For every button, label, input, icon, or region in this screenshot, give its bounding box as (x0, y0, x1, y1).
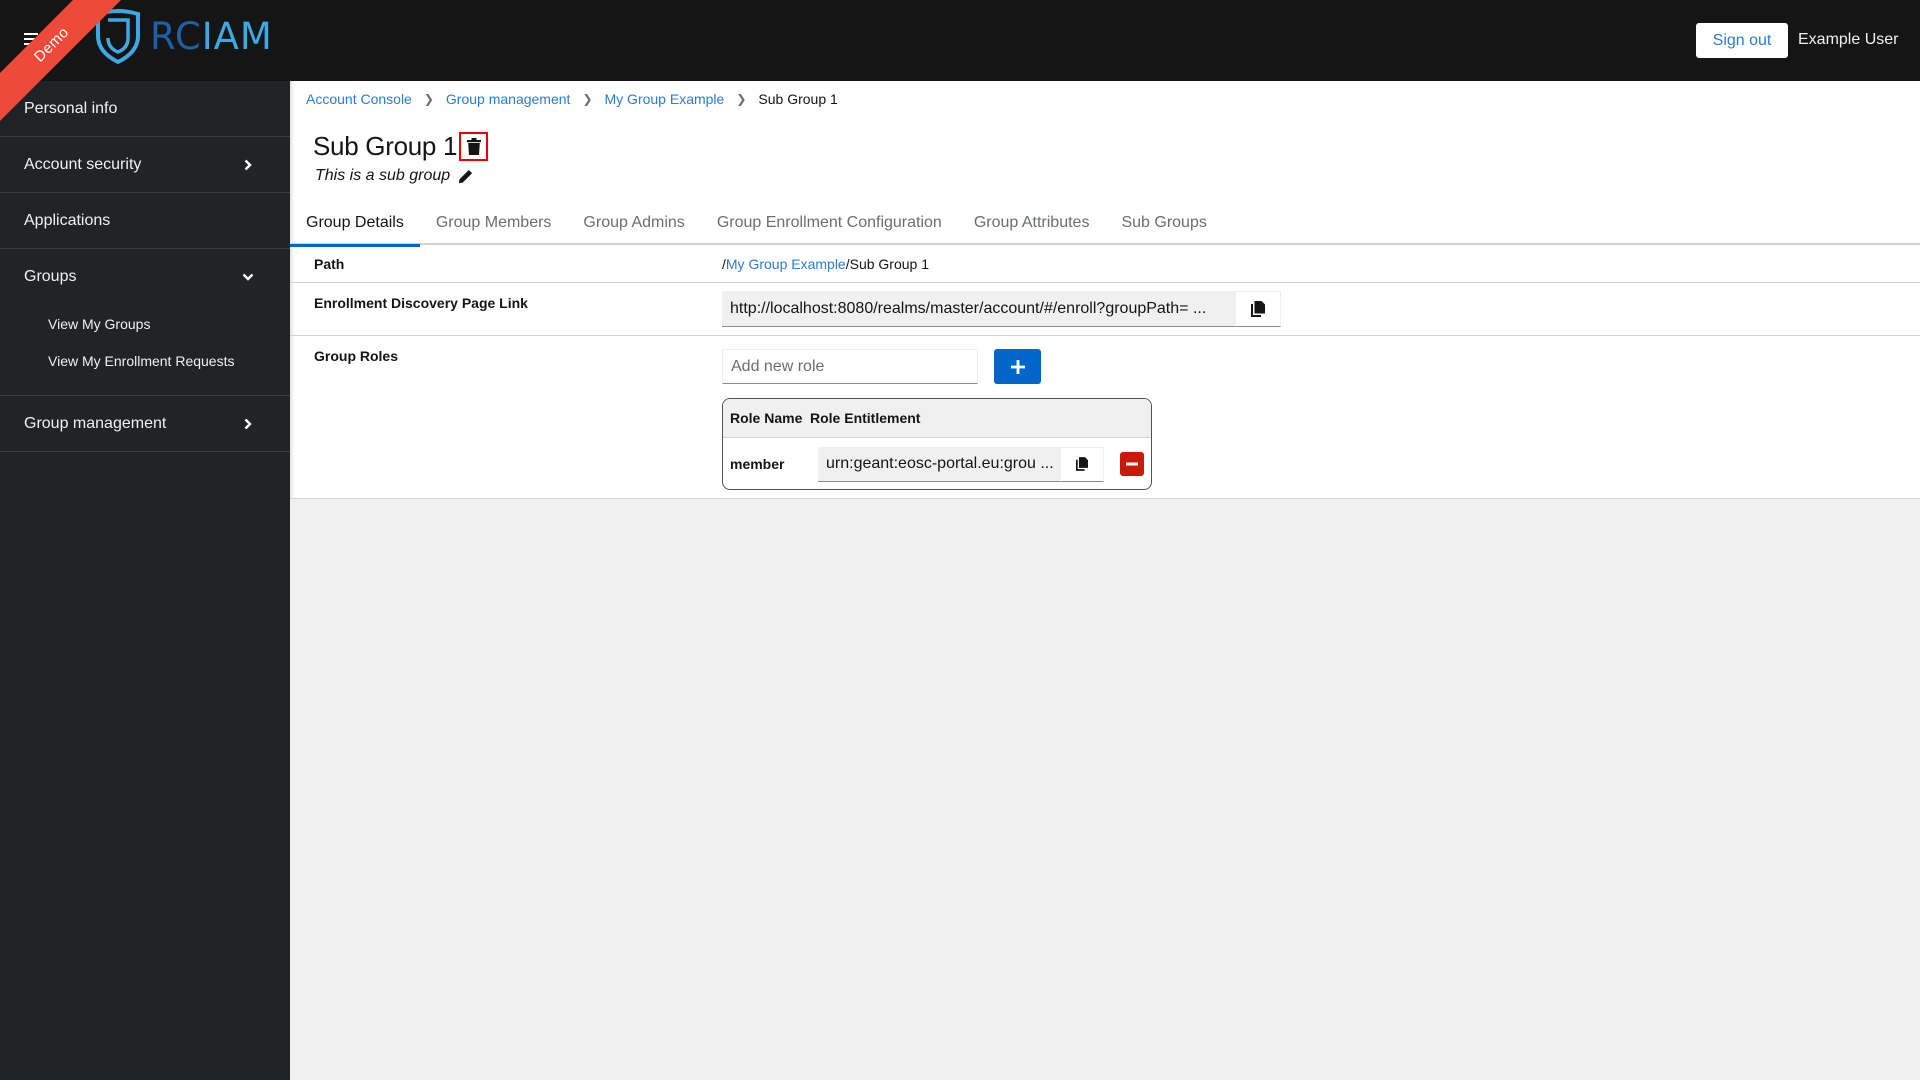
breadcrumb-separator-icon: ❯ (736, 92, 747, 106)
trash-icon (466, 138, 481, 155)
entitlement-clipboard: urn:geant:eosc-portal.eu:grou ... (818, 446, 1104, 482)
breadcrumb-my-group-example[interactable]: My Group Example (605, 91, 725, 107)
path-row: Path /My Group Example/Sub Group 1 (290, 245, 1920, 283)
group-roles-table: Role Name Role Entitlement member urn:ge… (722, 398, 1152, 490)
sidebar-item-groups[interactable]: Groups (0, 249, 290, 305)
sidebar-item-group-management[interactable]: Group management (0, 396, 290, 452)
delete-group-button[interactable] (459, 132, 489, 161)
column-header-role-entitlement: Role Entitlement (810, 410, 921, 426)
tab-group-attributes[interactable]: Group Attributes (958, 201, 1106, 245)
copy-enrollment-link-button[interactable] (1235, 291, 1281, 327)
sidebar-item-label: Personal info (24, 99, 118, 117)
path-link-my-group-example[interactable]: My Group Example (726, 256, 846, 272)
path-value: /My Group Example/Sub Group 1 (722, 256, 929, 272)
sidebar-item-account-security[interactable]: Account security (0, 137, 290, 193)
sidebar-subitem-view-my-enrollment-requests[interactable]: View My Enrollment Requests (0, 342, 290, 379)
breadcrumb-current: Sub Group 1 (758, 91, 838, 107)
sign-out-button[interactable]: Sign out (1696, 23, 1788, 58)
tab-group-members[interactable]: Group Members (420, 201, 568, 245)
path-suffix: /Sub Group 1 (845, 256, 929, 272)
group-roles-label: Group Roles (314, 348, 399, 364)
role-name-cell: member (730, 456, 785, 472)
title-row: Sub Group 1 (313, 131, 489, 162)
enrollment-link-label: Enrollment Discovery Page Link (314, 295, 528, 311)
sidebar-item-label: Groups (24, 268, 77, 285)
rciam-logo[interactable]: RCIAM (94, 6, 273, 66)
sidebar-item-label: Group management (24, 414, 167, 432)
main-content: Account Console ❯ Group management ❯ My … (290, 81, 1920, 499)
entitlement-field[interactable]: urn:geant:eosc-portal.eu:grou ... (818, 446, 1060, 482)
copy-icon (1076, 457, 1088, 471)
column-header-role-name: Role Name (730, 410, 803, 426)
group-description: This is a sub group (315, 167, 473, 185)
sidebar-item-label: Account security (24, 155, 142, 173)
breadcrumb-account-console[interactable]: Account Console (306, 91, 412, 107)
chevron-right-icon (244, 418, 252, 429)
sidebar-group-groups: Groups View My Groups View My Enrollment… (0, 249, 290, 396)
user-name[interactable]: Example User (1798, 31, 1898, 49)
plus-icon (1010, 359, 1025, 374)
sidebar-nav: Personal info Account security Applicati… (0, 81, 290, 1080)
page-title: Sub Group 1 (313, 131, 458, 161)
add-role-button[interactable] (994, 349, 1041, 384)
breadcrumb: Account Console ❯ Group management ❯ My … (306, 91, 838, 107)
remove-role-button[interactable] (1120, 452, 1144, 476)
sidebar-item-label: Applications (24, 211, 111, 229)
tab-group-enrollment-configuration[interactable]: Group Enrollment Configuration (701, 201, 958, 245)
chevron-down-icon (242, 273, 254, 281)
breadcrumb-group-management[interactable]: Group management (446, 91, 571, 107)
tab-group-details[interactable]: Group Details (290, 201, 420, 247)
sidebar-item-applications[interactable]: Applications (0, 193, 290, 249)
pencil-icon (459, 169, 473, 183)
minus-icon (1126, 462, 1138, 466)
table-row: member urn:geant:eosc-portal.eu:grou ... (723, 438, 1151, 489)
add-role-input[interactable] (722, 349, 978, 384)
sidebar-item-personal-info[interactable]: Personal info (0, 81, 290, 137)
enrollment-link-row: Enrollment Discovery Page Link http://lo… (290, 283, 1920, 336)
enrollment-link-clipboard: http://localhost:8080/realms/master/acco… (722, 291, 1281, 327)
group-tabs: Group Details Group Members Group Admins… (290, 201, 1920, 247)
copy-icon (1251, 301, 1265, 317)
breadcrumb-separator-icon: ❯ (423, 92, 434, 106)
table-header: Role Name Role Entitlement (723, 399, 1151, 438)
group-roles-row: Group Roles Role Name Role Entitlement m… (290, 336, 1920, 499)
copy-entitlement-button[interactable] (1060, 446, 1104, 482)
path-label: Path (314, 256, 345, 272)
logo-text-iam: IAM (201, 14, 273, 58)
chevron-right-icon (244, 159, 252, 170)
sidebar-subitem-view-my-groups[interactable]: View My Groups (0, 305, 290, 342)
tab-group-admins[interactable]: Group Admins (567, 201, 700, 245)
description-text: This is a sub group (315, 167, 451, 184)
enrollment-link-field[interactable]: http://localhost:8080/realms/master/acco… (722, 291, 1235, 327)
breadcrumb-separator-icon: ❯ (582, 92, 593, 106)
logo-text-rc: RC (150, 14, 202, 58)
masthead: Demo RCIAM Sign out Example User (0, 0, 1920, 128)
tab-sub-groups[interactable]: Sub Groups (1105, 201, 1222, 245)
sidebar-subnav-groups: View My Groups View My Enrollment Reques… (0, 305, 290, 395)
edit-description-button[interactable] (458, 169, 473, 184)
